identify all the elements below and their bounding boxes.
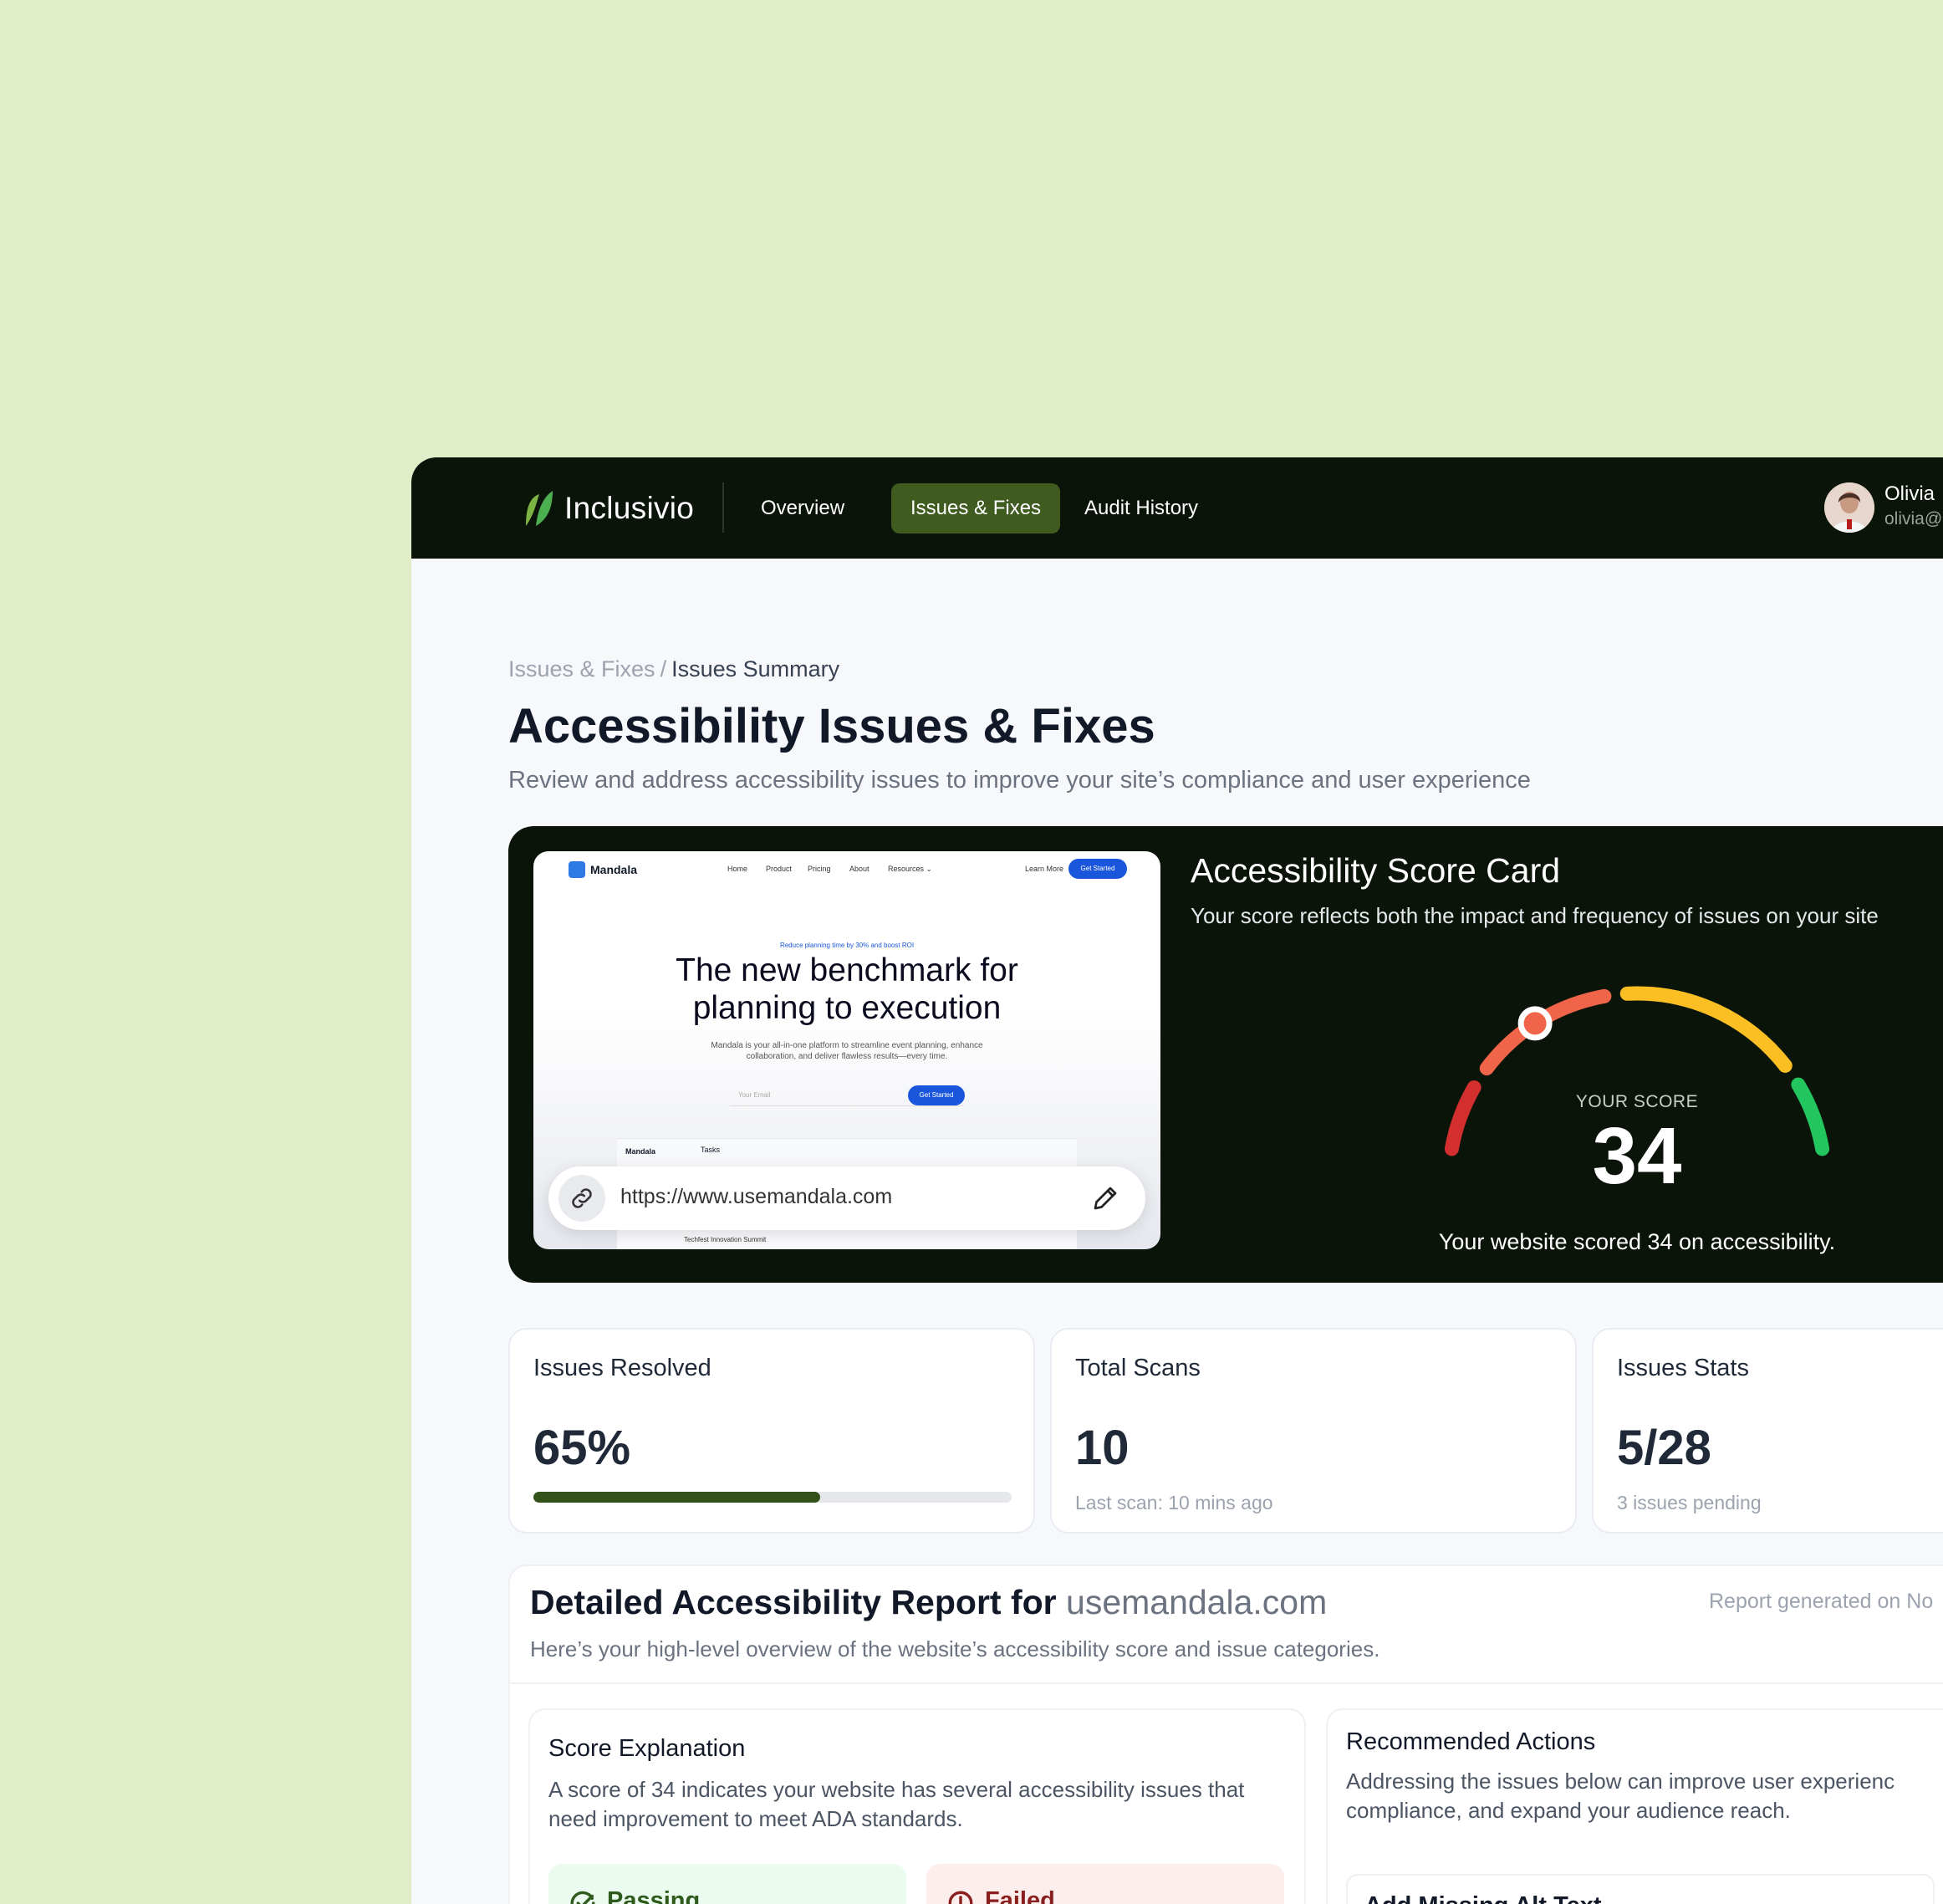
gauge-segment-green <box>1791 1077 1830 1156</box>
preview-headline: The new benchmark for planning to execut… <box>533 952 1160 1027</box>
gauge-segment-yellow <box>1619 986 1793 1073</box>
avatar[interactable] <box>1824 482 1874 533</box>
failed-chip[interactable]: Failed <box>926 1864 1284 1904</box>
stat-value: 10 <box>1075 1421 1130 1475</box>
failed-label: Failed <box>985 1887 1055 1904</box>
url-text: https://www.usemandala.com <box>620 1185 893 1208</box>
action-item[interactable]: Add Missing Alt Text <box>1346 1874 1935 1904</box>
preview-nav-pricing: Pricing <box>808 865 831 873</box>
top-navigation-bar: Inclusivio Overview Issues & Fixes Audit… <box>411 457 1943 559</box>
tab-audit-history[interactable]: Audit History <box>1065 483 1217 533</box>
breadcrumb-separator: / <box>660 656 667 681</box>
app-window: Inclusivio Overview Issues & Fixes Audit… <box>411 457 1943 1904</box>
preview-app-brand: Mandala <box>625 1147 656 1156</box>
tab-issues-fixes[interactable]: Issues & Fixes <box>891 483 1061 533</box>
panel-text: Addressing the issues below can improve … <box>1346 1767 1943 1825</box>
website-preview: Mandala Home Product Pricing About Resou… <box>533 851 1160 1249</box>
pencil-icon[interactable] <box>1090 1183 1120 1213</box>
stat-issues-resolved: Issues Resolved 65% <box>508 1328 1035 1534</box>
score-message: Your website scored 34 on accessibility. <box>1438 1229 1836 1254</box>
user-name: Olivia <box>1884 482 1935 505</box>
preview-nav-about: About <box>849 865 870 873</box>
user-photo-icon <box>1824 482 1874 533</box>
score-value: 34 <box>1592 1111 1682 1201</box>
check-circle-icon <box>570 1891 595 1904</box>
score-card: Mandala Home Product Pricing About Resou… <box>508 826 1943 1283</box>
stat-total-scans: Total Scans 10 Last scan: 10 mins ago <box>1050 1328 1577 1534</box>
breadcrumb-current: Issues Summary <box>671 656 840 681</box>
stat-label: Issues Resolved <box>533 1355 711 1381</box>
passing-label: Passing <box>607 1887 701 1904</box>
preview-nav-resources: Resources ⌄ <box>888 865 933 873</box>
preview-brand-label: Mandala <box>590 863 638 876</box>
score-label: YOUR SCORE <box>1575 1092 1699 1111</box>
detailed-report: Detailed Accessibility Report for useman… <box>508 1565 1943 1904</box>
stat-note: Last scan: 10 mins ago <box>1075 1492 1273 1514</box>
breadcrumb-parent[interactable]: Issues & Fixes <box>508 656 655 681</box>
preview-headline-line-1: The new benchmark for <box>676 952 1018 988</box>
stat-note: 3 issues pending <box>1617 1492 1762 1514</box>
preview-headline-line-2: planning to execution <box>692 990 1002 1026</box>
preview-brand: Mandala <box>569 861 637 878</box>
leaf-logo-icon <box>526 491 553 526</box>
stat-value: 5/28 <box>1617 1421 1711 1475</box>
report-subtitle: Here’s your high-level overview of the w… <box>530 1636 1380 1662</box>
preview-description: Mandala is your all-in-one platform to s… <box>711 1041 983 1061</box>
recommended-actions-panel: Recommended Actions Addressing the issue… <box>1326 1708 1943 1904</box>
app-logo[interactable]: Inclusivio <box>524 489 694 528</box>
user-email: olivia@ <box>1884 509 1943 528</box>
url-bar[interactable]: https://www.usemandala.com <box>548 1166 1145 1230</box>
score-card-title: Accessibility Score Card <box>1191 851 1561 890</box>
progress-fill <box>533 1492 821 1503</box>
nav-divider <box>722 482 724 533</box>
panel-title: Recommended Actions <box>1346 1728 1596 1755</box>
preview-learn-more: Learn More <box>1025 865 1064 873</box>
alert-circle-icon <box>948 1891 973 1904</box>
stat-label: Issues Stats <box>1617 1355 1749 1381</box>
preview-logo-icon <box>569 861 585 878</box>
gauge-segment-red <box>1444 1080 1481 1156</box>
preview-app-event: Techfest Innovation Summit <box>684 1236 767 1243</box>
action-title: Add Missing Alt Text <box>1364 1892 1602 1904</box>
recommended-text: Addressing the issues below can improve … <box>1346 1769 1895 1823</box>
preview-app-section: Tasks <box>701 1146 721 1154</box>
stat-issues-stats: Issues Stats 5/28 3 issues pending <box>1592 1328 1943 1534</box>
tab-overview[interactable]: Overview <box>742 483 864 533</box>
report-domain: usemandala.com <box>1066 1583 1328 1621</box>
page-subtitle: Review and address accessibility issues … <box>508 767 1531 794</box>
stat-label: Total Scans <box>1075 1355 1201 1381</box>
preview-get-started-button: Get Started <box>1068 859 1127 879</box>
preview-tagline: Reduce planning time by 30% and boost RO… <box>779 942 915 949</box>
report-divider <box>510 1682 1943 1684</box>
passing-chip[interactable]: Passing <box>548 1864 906 1904</box>
preview-nav-product: Product <box>766 865 793 873</box>
app-name: Inclusivio <box>564 491 695 525</box>
score-explanation-panel: Score Explanation A score of 34 indicate… <box>528 1708 1306 1904</box>
stat-value: 65% <box>533 1421 631 1475</box>
preview-email-submit: Get Started <box>908 1085 965 1105</box>
page-title: Accessibility Issues & Fixes <box>508 699 1155 753</box>
resolved-progress-bar <box>533 1492 1012 1503</box>
report-title-prefix: Detailed Accessibility Report for <box>530 1583 1057 1621</box>
panel-title: Score Explanation <box>548 1735 746 1762</box>
link-icon <box>558 1175 605 1222</box>
preview-nav-home: Home <box>727 865 748 873</box>
report-date: Report generated on No <box>1709 1590 1934 1613</box>
gauge-marker <box>1517 1006 1553 1041</box>
breadcrumb: Issues & Fixes / Issues Summary <box>508 656 839 682</box>
panel-text: A score of 34 indicates your website has… <box>548 1777 1245 1831</box>
score-card-subtitle: Your score reflects both the impact and … <box>1191 903 1879 928</box>
report-title: Detailed Accessibility Report for useman… <box>530 1583 1327 1622</box>
